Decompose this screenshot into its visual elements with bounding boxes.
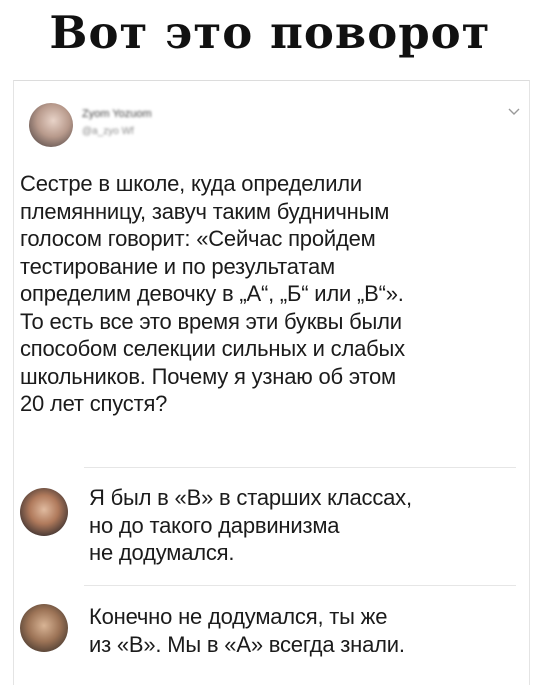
reply-text: Я был в «В» в старших классах, но до так… [89, 485, 412, 565]
reply-avatar[interactable] [20, 604, 68, 652]
author-name[interactable]: Zyom Yozuom [82, 108, 152, 120]
reply-divider [84, 585, 516, 586]
reply-avatar[interactable] [20, 488, 68, 536]
author-handle[interactable]: @a_zyo Wf [82, 126, 134, 137]
reply-divider [84, 467, 516, 468]
meme-title: Вот это поворот [49, 6, 491, 59]
chevron-down-icon[interactable] [507, 107, 521, 117]
reply-text: Конечно не додумался, ты же из «В». Мы в… [89, 604, 405, 657]
tweet-text: Сестре в школе, куда определили племянни… [20, 171, 405, 416]
author-avatar[interactable] [29, 103, 73, 147]
